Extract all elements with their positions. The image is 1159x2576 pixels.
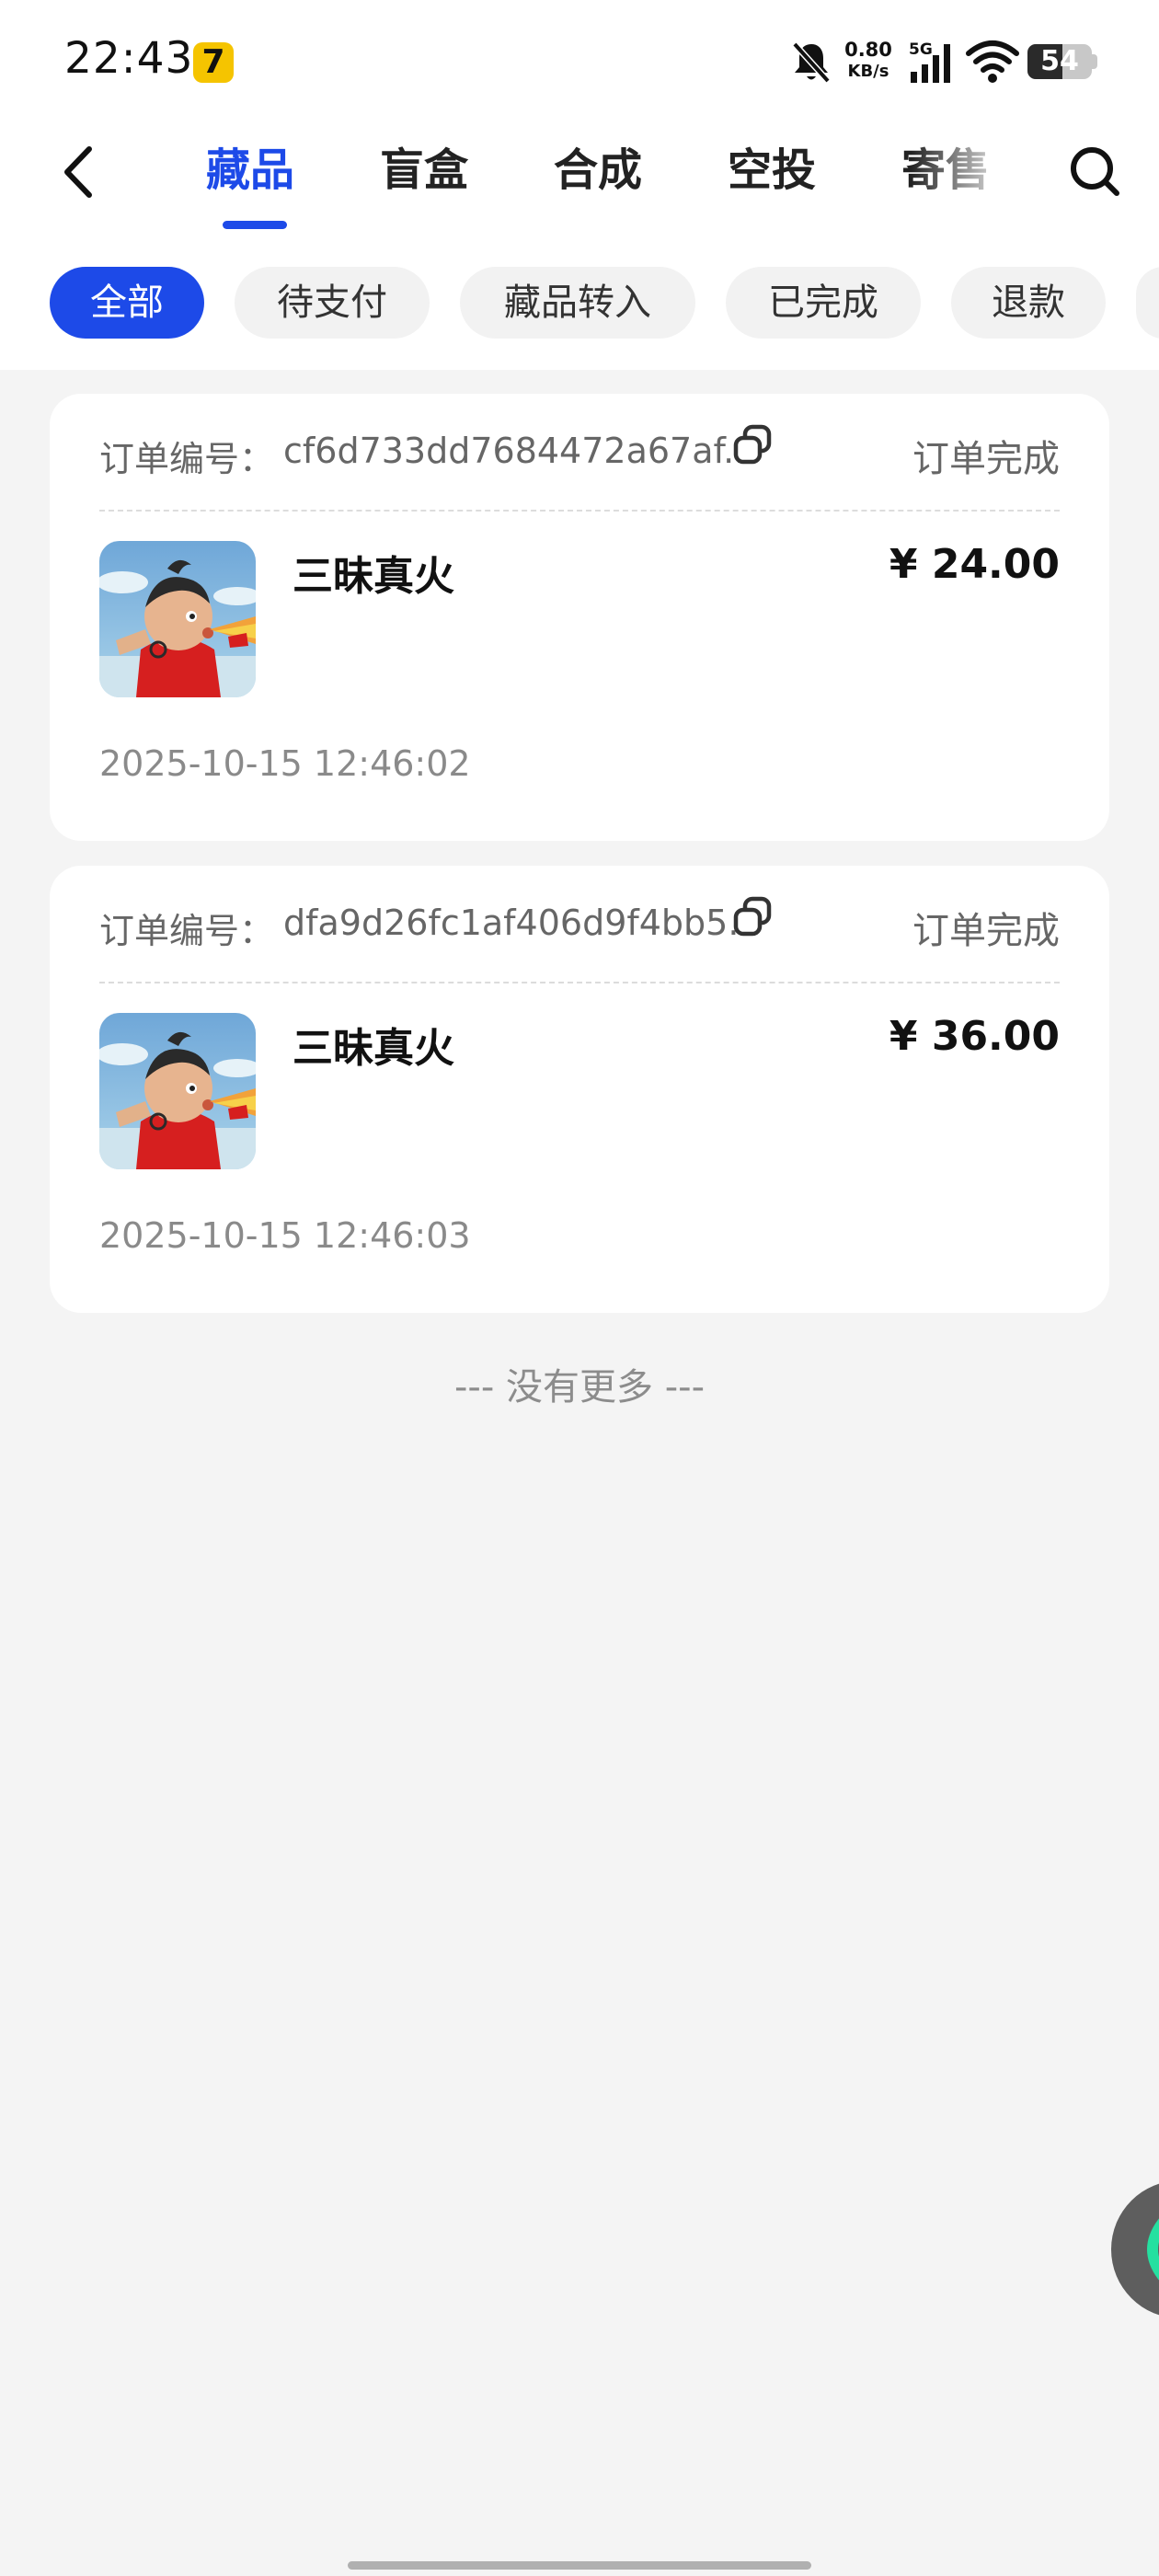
item-name: 三昧真火 [293, 1025, 454, 1072]
order-time: 2025-10-15 12:46:03 [99, 1215, 471, 1256]
item-thumbnail [99, 1013, 256, 1169]
tab-active-indicator [223, 221, 287, 229]
battery-level: 54 [1040, 45, 1079, 77]
no-more-text: --- 没有更多 --- [453, 1366, 706, 1409]
order-number: cf6d733dd7684472a67af... [283, 431, 757, 471]
tab-scroll-fade [911, 120, 1049, 221]
filter-all[interactable]: 全部 [50, 267, 204, 339]
bell-muted-icon [792, 41, 831, 84]
order-status: 订单完成 [912, 910, 1060, 952]
signal-label: 5G [909, 40, 933, 59]
tab-collectibles[interactable]: 藏品 [206, 133, 294, 207]
item-price: ¥ 24.00 [889, 541, 1060, 588]
item-name: 三昧真火 [293, 553, 454, 600]
battery-icon: 54 [1027, 44, 1092, 79]
app-notification-icon: 7 [193, 42, 234, 83]
signal-icon: 5G [909, 40, 950, 83]
filter-refund[interactable]: 退款 [951, 267, 1106, 339]
battery-cap [1092, 54, 1097, 69]
assistant-icon [1147, 2218, 1159, 2281]
order-number-label: 订单编号： [99, 911, 275, 951]
item-thumbnail [99, 541, 256, 697]
order-number: dfa9d26fc1af406d9f4bb5... [283, 903, 762, 943]
net-speed-unit: KB/s [847, 62, 889, 81]
filter-transfer-in[interactable]: 藏品转入 [460, 267, 695, 339]
net-speed-value: 0.80 [844, 39, 892, 61]
copy-icon[interactable] [730, 893, 776, 943]
order-status: 订单完成 [912, 438, 1060, 480]
tab-synthesis[interactable]: 合成 [554, 133, 642, 207]
tab-airdrop[interactable]: 空投 [728, 133, 816, 207]
net-speed: 0.80 KB/s [841, 39, 896, 83]
wifi-icon [966, 40, 1019, 83]
home-indicator[interactable] [348, 2561, 811, 2570]
status-time: 22:43 [64, 33, 194, 84]
divider [99, 982, 1060, 983]
order-time: 2025-10-15 12:46:02 [99, 743, 471, 784]
filter-completed[interactable]: 已完成 [726, 267, 921, 339]
order-number-label: 订单编号： [99, 439, 275, 479]
copy-icon[interactable] [730, 421, 776, 471]
search-icon[interactable] [1065, 138, 1124, 202]
order-card[interactable]: 订单编号： dfa9d26fc1af406d9f4bb5... 订单完成 三昧真… [50, 866, 1109, 1313]
floating-assistant-button[interactable] [1111, 2180, 1159, 2318]
filter-pending-payment[interactable]: 待支付 [235, 267, 430, 339]
order-card[interactable]: 订单编号： cf6d733dd7684472a67af... 订单完成 三昧真火… [50, 394, 1109, 841]
back-arrow-icon[interactable] [51, 138, 106, 207]
status-bar: 22:43 7 0.80 KB/s 5G 54 [0, 0, 1159, 120]
tab-blind-box[interactable]: 盲盒 [380, 133, 468, 207]
item-price: ¥ 36.00 [889, 1013, 1060, 1060]
divider [99, 510, 1060, 512]
